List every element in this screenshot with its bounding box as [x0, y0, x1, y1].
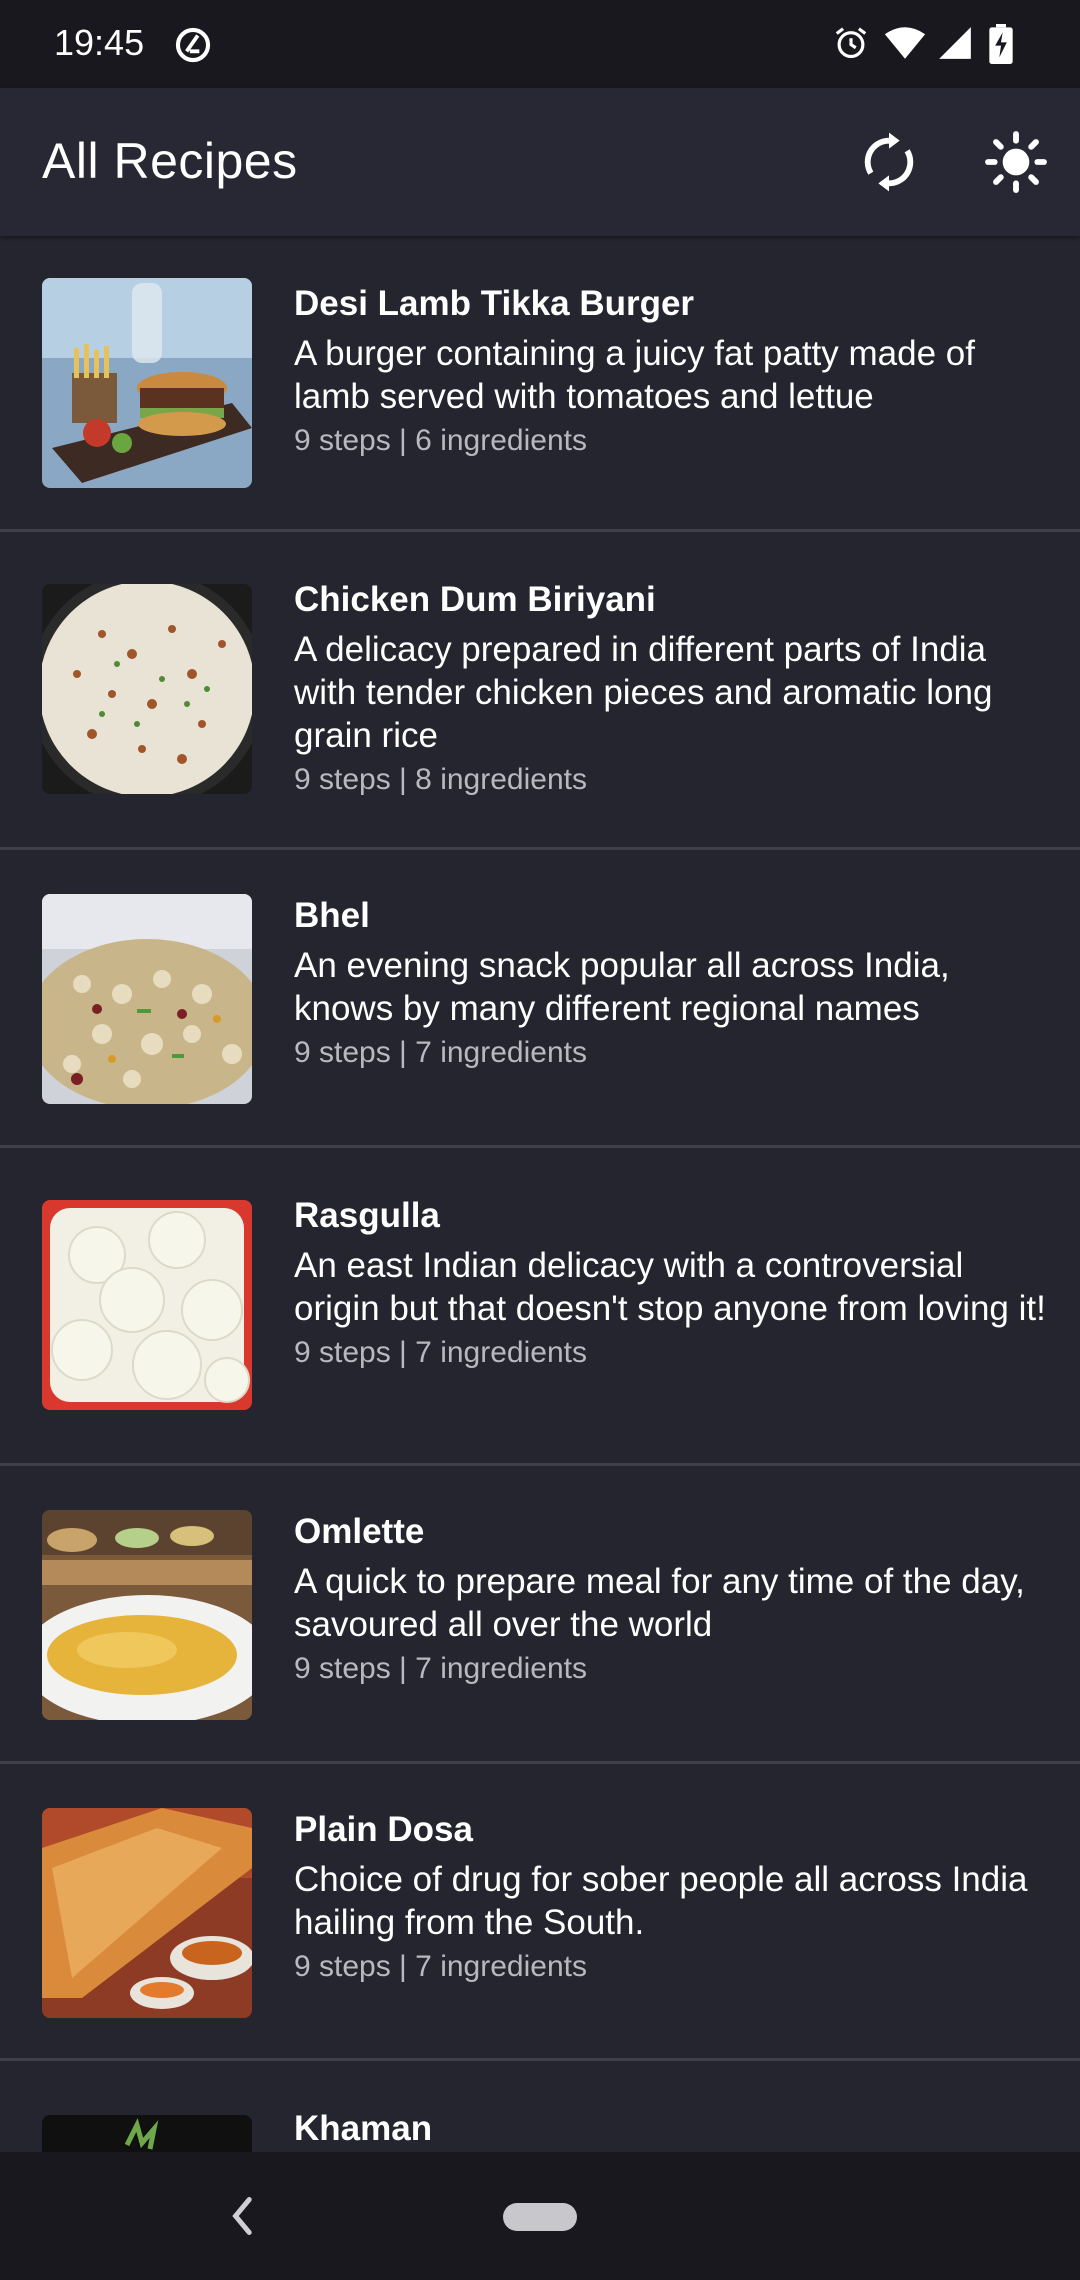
recipe-image-rasgulla: [42, 1200, 252, 1410]
recipe-title: Plain Dosa: [294, 1810, 473, 1849]
recipe-description: A quick to prepare meal for any time of …: [294, 1562, 1025, 1644]
status-icons: [832, 24, 1032, 66]
recipe-description: A burger containing a juicy fat patty ma…: [294, 334, 975, 416]
recipe-description: A delicacy prepared in different parts o…: [294, 630, 993, 755]
recipe-image-khaman: [42, 2115, 252, 2152]
status-bar: 19:45: [0, 0, 1080, 88]
recipe-title: Khaman: [294, 2109, 433, 2148]
recipe-meta: 9 steps | 7 ingredients: [294, 1950, 587, 1983]
status-time: 19:45: [54, 22, 145, 63]
recipe-image-omlette: [42, 1510, 252, 1720]
recipe-title: Chicken Dum Biriyani: [294, 580, 656, 619]
battery-charging-icon: [989, 24, 1013, 64]
at-sign-icon: [175, 27, 211, 63]
recipe-description: An east Indian delicacy with a controver…: [294, 1246, 1046, 1328]
recipe-meta: 9 steps | 7 ingredients: [294, 1652, 587, 1685]
alarm-icon: [835, 27, 867, 59]
recipe-meta: 9 steps | 6 ingredients: [294, 424, 587, 457]
recipe-title: Omlette: [294, 1512, 425, 1551]
recipe-title: Rasgulla: [294, 1196, 440, 1235]
recipe-meta: 9 steps | 7 ingredients: [294, 1036, 587, 1069]
recipe-list[interactable]: Desi Lamb Tikka Burger A burger containi…: [0, 236, 1080, 2152]
refresh-icon[interactable]: [857, 130, 921, 194]
page-title: All Recipes: [42, 133, 298, 189]
recipe-title: Desi Lamb Tikka Burger: [294, 284, 695, 323]
recipe-description: An evening snack popular all across Indi…: [294, 946, 950, 1028]
recipe-item[interactable]: Khaman: [0, 2061, 1080, 2152]
recipe-item[interactable]: Rasgulla An east Indian delicacy with a …: [0, 1148, 1080, 1466]
recipe-description: Choice of drug for sober people all acro…: [294, 1860, 1028, 1942]
recipe-image-bhel: [42, 894, 252, 1104]
recipe-image-burger: [42, 278, 252, 488]
recipe-meta: 9 steps | 7 ingredients: [294, 1336, 587, 1369]
signal-icon: [939, 27, 971, 59]
back-icon[interactable]: [226, 2194, 256, 2238]
app-bar: All Recipes: [0, 88, 1080, 236]
recipe-item[interactable]: Bhel An evening snack popular all across…: [0, 850, 1080, 1148]
recipe-image-biriyani: [42, 584, 252, 794]
brightness-icon[interactable]: [984, 130, 1048, 194]
recipe-item[interactable]: Desi Lamb Tikka Burger A burger containi…: [0, 236, 1080, 532]
recipe-item[interactable]: Plain Dosa Choice of drug for sober peop…: [0, 1764, 1080, 2061]
recipe-item[interactable]: Chicken Dum Biriyani A delicacy prepared…: [0, 532, 1080, 850]
wifi-icon: [884, 27, 926, 59]
recipe-image-dosa: [42, 1808, 252, 2018]
recipe-title: Bhel: [294, 896, 370, 935]
recipe-meta: 9 steps | 8 ingredients: [294, 763, 587, 796]
home-pill-icon[interactable]: [503, 2203, 577, 2231]
recipe-item[interactable]: Omlette A quick to prepare meal for any …: [0, 1466, 1080, 1764]
